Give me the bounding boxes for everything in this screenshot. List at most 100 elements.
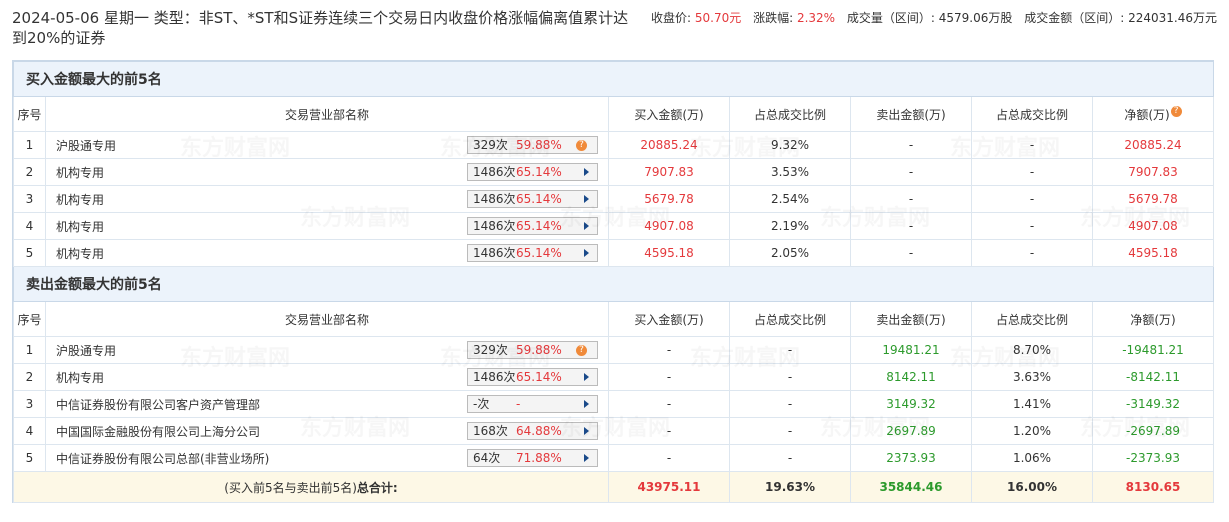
buy-header-1: 交易营业部名称 xyxy=(45,96,609,132)
buy-amount: 4907.08 xyxy=(608,212,730,240)
broker-stats-button[interactable]: 168次 64.88% xyxy=(467,422,598,440)
volume-label: 成交量（区间）: xyxy=(846,11,935,25)
broker-name-link[interactable]: 机构专用 xyxy=(56,191,104,208)
sell-ratio: 3.63% xyxy=(971,363,1093,391)
question-icon[interactable]: ? xyxy=(576,345,587,356)
broker-count: 1486次 xyxy=(473,165,516,179)
close-label: 收盘价: xyxy=(651,11,692,25)
broker-stats-button[interactable]: -次 - xyxy=(467,395,598,413)
broker-stats-button[interactable]: 1486次 65.14% xyxy=(467,244,598,262)
page-title: 2024-05-06 星期一 类型：非ST、*ST和S证券连续三个交易日内收盘价… xyxy=(12,9,629,47)
buy-table-row: 1 沪股通专用 329次 59.88%? 20885.24 9.32% - -20885.24 xyxy=(13,131,1214,159)
buy-header-4: 卖出金额(万) xyxy=(850,96,972,132)
buy-ratio: 2.54% xyxy=(729,185,851,213)
buy-header-3: 占总成交比例 xyxy=(729,96,851,132)
arrow-right-icon[interactable] xyxy=(584,400,589,408)
sell-table-row: 3 中信证券股份有限公司客户资产管理部 -次 - - -3149.32 1.41% -3149… xyxy=(13,390,1214,418)
broker-cell: 机构专用 1486次 65.14% xyxy=(45,363,609,391)
broker-stats-button[interactable]: 329次 59.88%? xyxy=(467,341,598,359)
row-number: 3 xyxy=(13,185,46,213)
net-help-icon[interactable]: ? xyxy=(1170,105,1182,117)
row-number: 1 xyxy=(13,336,46,364)
broker-count: 64次 xyxy=(473,451,501,465)
broker-cell: 中国国际金融股份有限公司上海分公司 168次 64.88% xyxy=(45,417,609,445)
broker-count: 1486次 xyxy=(473,246,516,260)
broker-win-rate: 59.88% xyxy=(516,138,562,152)
buy-header-2: 买入金额(万) xyxy=(608,96,730,132)
sell-table-row: 1 沪股通专用 329次 59.88%? - -19481.21 8.70% -19481.2… xyxy=(13,336,1214,364)
arrow-right-icon[interactable] xyxy=(584,454,589,462)
buy-amount: - xyxy=(608,444,730,472)
broker-stats-button[interactable]: 64次 71.88% xyxy=(467,449,598,467)
total-sell-ratio: 16.00% xyxy=(971,471,1093,503)
broker-name-link[interactable]: 机构专用 xyxy=(56,245,104,262)
broker-cell: 中信证券股份有限公司总部(非营业场所) 64次 71.88% xyxy=(45,444,609,472)
broker-name-link[interactable]: 沪股通专用 xyxy=(56,137,116,154)
broker-name-link[interactable]: 中信证券股份有限公司总部(非营业场所) xyxy=(56,450,269,467)
broker-stats-button[interactable]: 1486次 65.14% xyxy=(467,163,598,181)
sell-amount: 8142.11 xyxy=(850,363,972,391)
total-label: (买入前5名与卖出前5名)总合计: xyxy=(13,471,609,503)
total-label-bold: 总合计: xyxy=(356,480,398,495)
question-icon[interactable]: ? xyxy=(576,140,587,151)
sell-amount: 19481.21 xyxy=(850,336,972,364)
broker-count: 329次 xyxy=(473,138,508,152)
arrow-right-icon[interactable] xyxy=(584,222,589,230)
arrow-right-icon[interactable] xyxy=(584,249,589,257)
net-amount: -8142.11 xyxy=(1092,363,1214,391)
broker-win-rate: 59.88% xyxy=(516,343,562,357)
broker-win-rate: - xyxy=(516,397,521,411)
broker-count: -次 xyxy=(473,397,490,411)
buy-amount: 20885.24 xyxy=(608,131,730,159)
broker-name-link[interactable]: 沪股通专用 xyxy=(56,342,116,359)
broker-stats-button[interactable]: 329次 59.88%? xyxy=(467,136,598,154)
net-amount: -3149.32 xyxy=(1092,390,1214,418)
broker-stats-button[interactable]: 1486次 65.14% xyxy=(467,217,598,235)
change-label: 涨跌幅: xyxy=(753,11,794,25)
net-amount: 4907.08 xyxy=(1092,212,1214,240)
change-value: 2.32% xyxy=(796,11,836,25)
arrow-right-icon[interactable] xyxy=(584,168,589,176)
arrow-right-icon[interactable] xyxy=(584,195,589,203)
net-amount: 5679.78 xyxy=(1092,185,1214,213)
buy-header-6: 净额(万)? xyxy=(1092,96,1214,132)
page-header: 2024-05-06 星期一 类型：非ST、*ST和S证券连续三个交易日内收盘价… xyxy=(12,6,1217,48)
sell-ratio: - xyxy=(971,239,1093,267)
net-amount: -2373.93 xyxy=(1092,444,1214,472)
broker-stats-button[interactable]: 1486次 65.14% xyxy=(467,368,598,386)
broker-name-link[interactable]: 机构专用 xyxy=(56,369,104,386)
net-amount: 7907.83 xyxy=(1092,158,1214,186)
sell-header-2: 买入金额(万) xyxy=(608,301,730,337)
net-amount: 20885.24 xyxy=(1092,131,1214,159)
broker-name-link[interactable]: 中信证券股份有限公司客户资产管理部 xyxy=(56,396,260,413)
broker-count: 1486次 xyxy=(473,219,516,233)
sell-ratio: - xyxy=(971,185,1093,213)
stock-stats: 收盘价: 50.70元 涨跌幅: 2.32% 成交量（区间）: 4579.06万… xyxy=(651,9,1217,27)
sell-section-title-row: 卖出金额最大的前5名 xyxy=(13,266,1214,302)
amount-value: 224031.46万元 xyxy=(1128,11,1217,25)
arrow-right-icon[interactable] xyxy=(584,427,589,435)
sell-header-5: 占总成交比例 xyxy=(971,301,1093,337)
net-amount: -2697.89 xyxy=(1092,417,1214,445)
sell-table-row: 5 中信证券股份有限公司总部(非营业场所) 64次 71.88% - -2373.93 1.… xyxy=(13,444,1214,472)
broker-win-rate: 71.88% xyxy=(516,451,562,465)
sell-column-header-row: 序号 交易营业部名称 买入金额(万) 占总成交比例 卖出金额(万) 占总成交比例 净额(万) xyxy=(13,301,1214,337)
broker-name-link[interactable]: 机构专用 xyxy=(56,164,104,181)
broker-count: 329次 xyxy=(473,343,508,357)
sell-ratio: 1.41% xyxy=(971,390,1093,418)
broker-stats-button[interactable]: 1486次 65.14% xyxy=(467,190,598,208)
volume-value: 4579.06万股 xyxy=(938,11,1013,25)
buy-ratio: 2.05% xyxy=(729,239,851,267)
total-label-prefix: (买入前5名与卖出前5名) xyxy=(224,480,357,495)
row-number: 2 xyxy=(13,363,46,391)
broker-win-rate: 65.14% xyxy=(516,192,562,206)
buy-amount: 5679.78 xyxy=(608,185,730,213)
buy-amount: 7907.83 xyxy=(608,158,730,186)
buy-section-title-row: 买入金额最大的前5名 xyxy=(13,61,1214,97)
arrow-right-icon[interactable] xyxy=(584,373,589,381)
buy-ratio: - xyxy=(729,390,851,418)
sell-amount: 3149.32 xyxy=(850,390,972,418)
broker-name-link[interactable]: 中国国际金融股份有限公司上海分公司 xyxy=(56,423,260,440)
sell-table-row: 2 机构专用 1486次 65.14% - -8142.11 3.63% -8142.11 xyxy=(13,363,1214,391)
broker-name-link[interactable]: 机构专用 xyxy=(56,218,104,235)
